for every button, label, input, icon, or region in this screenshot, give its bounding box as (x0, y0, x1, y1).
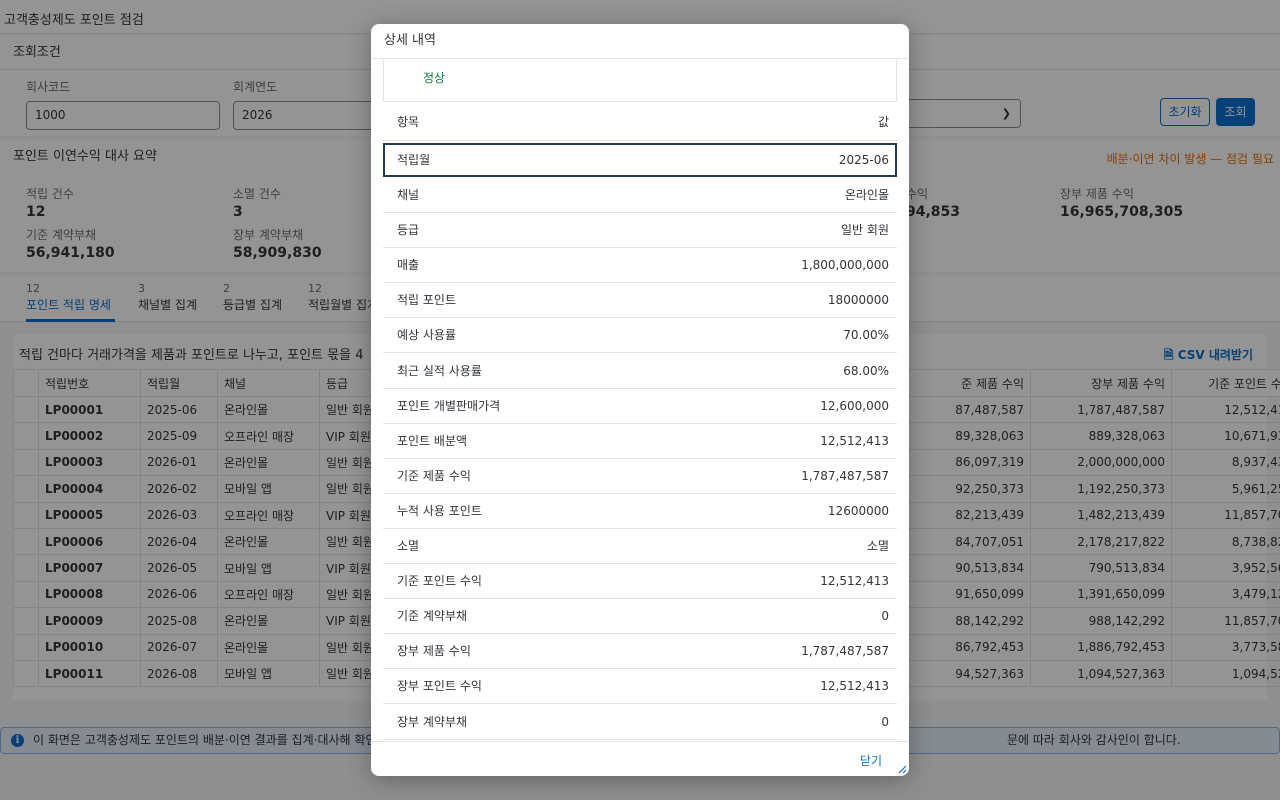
detail-row[interactable]: 기준 계약부채 0 (383, 599, 897, 635)
dialog-footer: 닫기 (371, 741, 909, 776)
detail-value: 일반 회원 (841, 223, 889, 238)
detail-key: 장부 포인트 수익 (397, 679, 482, 694)
dialog-title: 상세 내역 (371, 24, 909, 59)
detail-key: 장부 제품 수익 (397, 644, 471, 659)
resize-handle-icon[interactable] (897, 764, 907, 774)
detail-value: 18000000 (827, 293, 889, 308)
detail-value: 0 (881, 609, 889, 624)
dialog-body[interactable]: 정상 항목 값 적립월 2025-06 채널 온라인몰등급 일반 회원매출 1,800,0… (371, 59, 909, 741)
detail-value: 68.00% (843, 363, 889, 378)
detail-value: 12,512,413 (820, 574, 889, 589)
detail-value: 12,600,000 (820, 398, 889, 413)
detail-key: 장부 계약부채 (397, 714, 468, 729)
detail-row[interactable]: 등급 일반 회원 (383, 213, 897, 249)
detail-row[interactable]: 적립 포인트 18000000 (383, 283, 897, 319)
detail-key: 포인트 배분액 (397, 433, 468, 448)
detail-dialog: 상세 내역 정상 항목 값 적립월 2025-06 채널 온라인몰등급 일반 회원매출 1… (371, 24, 909, 776)
detail-row[interactable]: 최근 실적 사용률 68.00% (383, 354, 897, 389)
detail-row[interactable]: 누적 사용 포인트 12600000 (383, 494, 897, 529)
detail-value: 70.00% (843, 328, 889, 343)
status-text: 정상 (423, 71, 446, 85)
detail-key: 기준 제품 수익 (397, 468, 471, 483)
detail-row[interactable]: 소멸 소멸 (383, 529, 897, 564)
detail-row[interactable]: 포인트 배분액 12,512,413 (383, 424, 897, 459)
detail-key: 예상 사용률 (397, 328, 457, 343)
detail-key: 채널 (397, 188, 420, 202)
detail-key: 적립 포인트 (397, 293, 457, 308)
detail-value: 2025-06 (838, 153, 889, 167)
detail-row[interactable]: 예상 사용률 70.00% (383, 318, 897, 354)
header-value: 값 (877, 115, 889, 129)
detail-key: 적립월 (397, 153, 431, 167)
detail-row[interactable]: 매출 1,800,000,000 (383, 248, 897, 284)
detail-row[interactable]: 포인트 개별판매가격 12,600,000 (383, 389, 897, 424)
detail-row[interactable]: 기준 제품 수익 1,787,487,587 (383, 459, 897, 494)
detail-value: 온라인몰 (844, 188, 889, 202)
detail-value: 1,787,487,587 (801, 468, 889, 483)
detail-value: 소멸 (866, 539, 889, 553)
detail-key: 최근 실적 사용률 (397, 363, 482, 378)
detail-key: 기준 포인트 수익 (397, 574, 482, 589)
detail-value: 12,512,413 (820, 679, 889, 694)
detail-row[interactable]: 장부 포인트 수익 12,512,413 (383, 669, 897, 705)
detail-key: 누적 사용 포인트 (397, 503, 482, 518)
detail-key: 포인트 개별판매가격 (397, 398, 501, 413)
status-box: 정상 (383, 59, 897, 102)
detail-row[interactable]: 채널 온라인몰 (383, 178, 897, 213)
detail-value: 12600000 (827, 503, 889, 518)
detail-row[interactable]: 장부 제품 수익 1,787,487,587 (383, 634, 897, 670)
detail-key: 등급 (397, 223, 420, 238)
detail-value: 1,800,000,000 (801, 258, 889, 273)
detail-header-row: 항목 값 (383, 103, 897, 141)
header-key: 항목 (397, 115, 420, 129)
detail-key: 기준 계약부채 (397, 609, 468, 624)
detail-value: 1,787,487,587 (801, 644, 889, 659)
detail-row[interactable]: 적립월 2025-06 (383, 143, 897, 177)
detail-key: 매출 (397, 258, 420, 273)
detail-row[interactable]: 기준 포인트 수익 12,512,413 (383, 564, 897, 600)
detail-key: 소멸 (397, 539, 420, 553)
detail-row[interactable]: 장부 계약부채 0 (383, 705, 897, 740)
close-button[interactable]: 닫기 (860, 752, 882, 769)
detail-value: 12,512,413 (820, 433, 889, 448)
detail-value: 0 (881, 714, 889, 729)
